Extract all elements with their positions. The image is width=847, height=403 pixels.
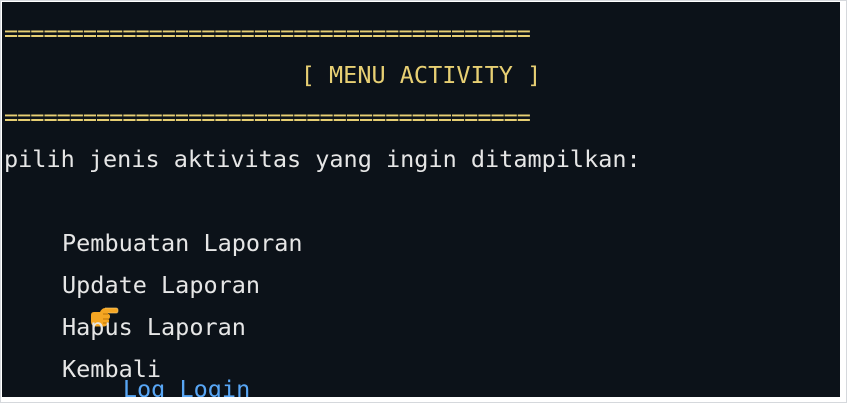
menu-prompt: pilih jenis aktivitas yang ingin ditampi… bbox=[4, 145, 641, 173]
menu-item-hapus-laporan[interactable]: Hapus Laporan bbox=[62, 306, 246, 348]
menu-item-pembuatan-laporan[interactable]: Pembuatan Laporan bbox=[62, 222, 303, 264]
separator-bottom: ======================================== bbox=[4, 103, 531, 131]
terminal-output: ========================================… bbox=[2, 2, 840, 397]
separator-top: ======================================== bbox=[4, 19, 531, 47]
menu-item-kembali[interactable]: Kembali bbox=[62, 348, 161, 390]
menu-title: [ MENU ACTIVITY ] bbox=[300, 61, 542, 89]
menu-item-log-login[interactable]: Log Login bbox=[4, 180, 250, 397]
menu-item-update-laporan[interactable]: Update Laporan bbox=[62, 264, 260, 306]
window-frame: ========================================… bbox=[0, 0, 847, 403]
